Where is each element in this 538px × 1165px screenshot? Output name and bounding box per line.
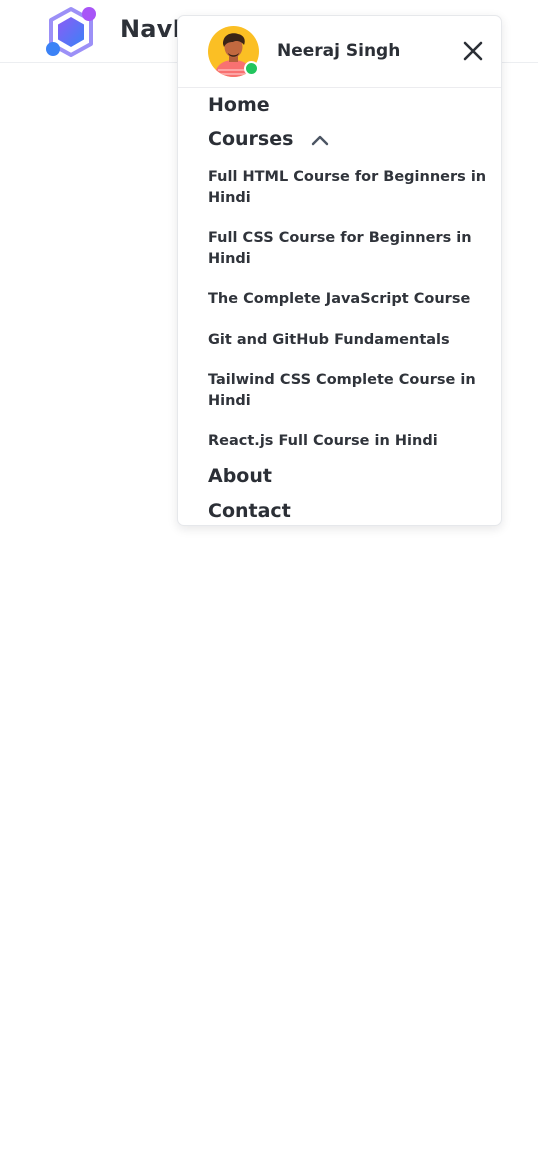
menu-nav: Home Courses Full HTML Course for Beginn… — [208, 94, 488, 523]
close-icon[interactable] — [460, 38, 486, 64]
course-item[interactable]: Tailwind CSS Complete Course in Hindi — [208, 361, 488, 422]
course-item[interactable]: Git and GitHub Fundamentals — [208, 321, 488, 362]
nav-link-home[interactable]: Home — [208, 94, 488, 117]
course-item[interactable]: Full CSS Course for Beginners in Hindi — [208, 219, 488, 280]
online-status-indicator — [244, 61, 259, 76]
menu-header: Neeraj Singh — [178, 16, 501, 88]
chevron-up-icon[interactable] — [311, 134, 329, 146]
nav-link-contact[interactable]: Contact — [208, 500, 488, 523]
nav-courses-toggle[interactable]: Courses — [208, 128, 488, 151]
course-item[interactable]: The Complete JavaScript Course — [208, 280, 488, 321]
hexagon-logo-icon[interactable] — [44, 5, 98, 59]
user-name: Neeraj Singh — [277, 41, 401, 61]
nav-link-courses[interactable]: Courses — [208, 128, 293, 151]
nav-link-about[interactable]: About — [208, 465, 488, 488]
course-item[interactable]: React.js Full Course in Hindi — [208, 422, 488, 463]
mobile-menu-panel: Neeraj Singh Home Courses Full HTML Cour… — [177, 15, 502, 526]
course-item[interactable]: Full HTML Course for Beginners in Hindi — [208, 158, 488, 219]
courses-submenu: Full HTML Course for Beginners in Hindi … — [208, 158, 488, 463]
